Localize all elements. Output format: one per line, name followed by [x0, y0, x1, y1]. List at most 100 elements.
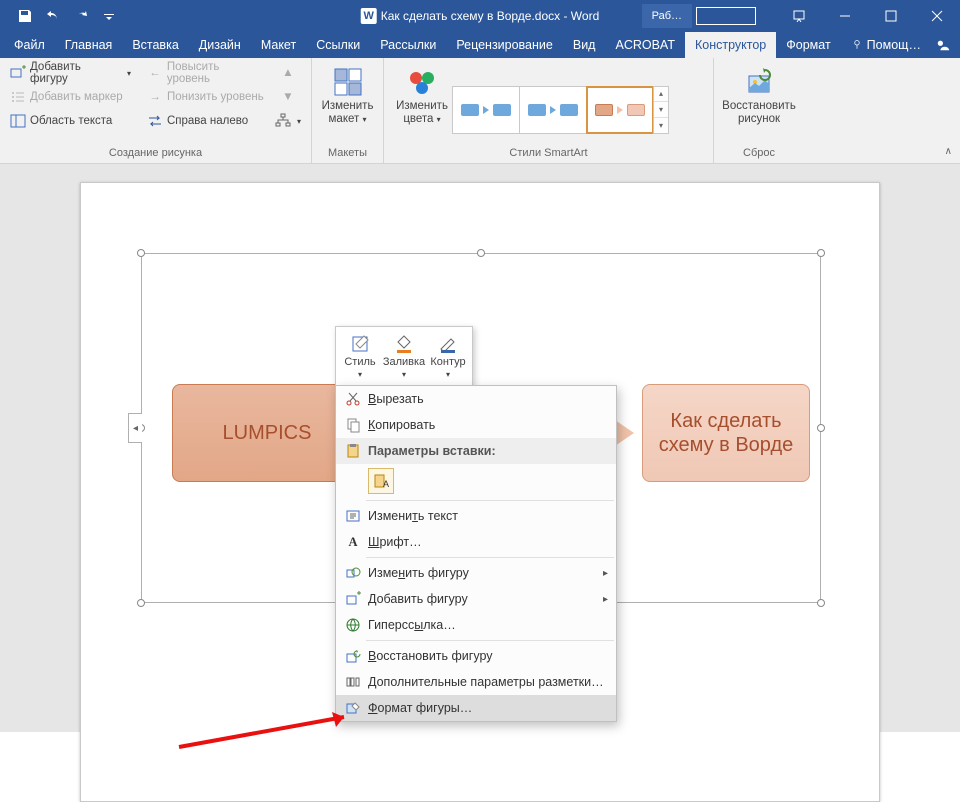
ctx-font[interactable]: A Шрифт…: [336, 529, 616, 555]
shape3-line1: Как сделать: [670, 410, 781, 432]
tab-mailings[interactable]: Рассылки: [370, 32, 446, 58]
collapse-ribbon-button[interactable]: ∧: [945, 146, 952, 157]
group-label-layouts: Макеты: [320, 147, 375, 161]
gallery-scroll[interactable]: ▴▾▾: [653, 86, 669, 134]
smartart-shape-1[interactable]: LUMPICS: [172, 384, 362, 482]
paste-option-keep-text[interactable]: A: [368, 468, 394, 494]
resize-handle[interactable]: [817, 424, 825, 432]
layout-options-icon: [342, 674, 364, 690]
group-label-create: Создание рисунка: [8, 147, 303, 161]
resize-handle[interactable]: [817, 599, 825, 607]
qat-customize-button[interactable]: [96, 3, 122, 29]
title-bar: W Как сделать схему в Bорде.docx - Word …: [0, 0, 960, 32]
share-button[interactable]: [936, 32, 960, 58]
tab-smartart-design[interactable]: Конструктор: [685, 32, 776, 58]
window-title: Как сделать схему в Bорде.docx - Word: [381, 9, 600, 23]
ctx-cut-rest: ырезать: [376, 392, 423, 406]
tab-layout[interactable]: Макет: [251, 32, 306, 58]
ctx-more-layout[interactable]: Дополнительные параметры разметки…: [336, 669, 616, 695]
tab-insert[interactable]: Вставка: [122, 32, 188, 58]
add-shape-icon: [10, 65, 26, 81]
style-thumb-1[interactable]: [452, 86, 520, 134]
mini-toolbar: Стиль▾ Заливка▾ Контур▾: [335, 326, 473, 386]
ctx-cut[interactable]: Вырезать: [336, 386, 616, 412]
ribbon-tabs: Файл Главная Вставка Дизайн Макет Ссылки…: [0, 32, 960, 58]
ctx-edit-text[interactable]: Изменить текст: [336, 503, 616, 529]
ctx-paste-options: A: [336, 464, 616, 498]
promote-button: ←Повысить уровень: [145, 62, 267, 84]
smartart-shape-3[interactable]: Как сделатьсхему в Ворде: [642, 384, 810, 482]
style-thumb-2[interactable]: [519, 86, 587, 134]
mini-outline-button[interactable]: Контур▾: [426, 331, 470, 381]
undo-button[interactable]: [40, 3, 66, 29]
text-pane-toggle[interactable]: ◂: [128, 413, 142, 443]
ctx-hyperlink[interactable]: Гиперссылка…: [336, 612, 616, 638]
change-layout-button[interactable]: Изменитьмакет ▾: [320, 62, 375, 147]
fill-icon: [394, 334, 414, 354]
loading-tab[interactable]: Раб…: [642, 4, 692, 28]
account-placeholder[interactable]: [696, 7, 756, 25]
redo-button[interactable]: [68, 3, 94, 29]
paste-icon: [342, 443, 364, 459]
ctx-format-shape[interactable]: Формат фигуры…: [336, 695, 616, 721]
reset-shape-icon: [342, 648, 364, 664]
ctx-reset-shape[interactable]: Восстановить фигуру: [336, 643, 616, 669]
tab-references[interactable]: Ссылки: [306, 32, 370, 58]
text-pane-button[interactable]: Область текста: [8, 110, 133, 132]
org-icon: [275, 113, 291, 129]
shape3-line2: схему в Ворде: [659, 434, 794, 456]
style-thumb-3-selected[interactable]: [586, 86, 654, 134]
rtl-icon: [147, 113, 163, 129]
group-label-reset: Сброс: [722, 147, 796, 161]
ctx-copy[interactable]: Копировать: [336, 412, 616, 438]
tab-file[interactable]: Файл: [4, 32, 55, 58]
minimize-button[interactable]: [822, 0, 868, 32]
rtl-button[interactable]: Справа налево: [145, 110, 267, 132]
tab-acrobat[interactable]: ACROBAT: [605, 32, 685, 58]
save-button[interactable]: [12, 3, 38, 29]
maximize-button[interactable]: [868, 0, 914, 32]
style-icon: [350, 334, 370, 354]
change-shape-icon: [342, 565, 364, 581]
resize-handle[interactable]: [817, 249, 825, 257]
ribbon-options-button[interactable]: [776, 0, 822, 32]
mini-style-button[interactable]: Стиль▾: [338, 331, 382, 381]
svg-text:A: A: [383, 479, 389, 489]
tab-view[interactable]: Вид: [563, 32, 606, 58]
resize-handle[interactable]: [137, 249, 145, 257]
annotation-arrow: [174, 707, 374, 762]
tab-design[interactable]: Дизайн: [189, 32, 251, 58]
font-icon: A: [342, 535, 364, 550]
resize-handle[interactable]: [137, 599, 145, 607]
change-colors-button[interactable]: Изменитьцвета ▾: [392, 62, 452, 147]
hyperlink-icon: [342, 617, 364, 633]
add-bullet-button: Добавить маркер: [8, 86, 133, 108]
close-button[interactable]: [914, 0, 960, 32]
move-down-button: ▼: [278, 86, 298, 108]
ctx-change-shape[interactable]: Изменить фигуру▸: [336, 560, 616, 586]
word-logo-icon: W: [361, 8, 377, 24]
copy-icon: [342, 417, 364, 433]
tab-review[interactable]: Рецензирование: [446, 32, 563, 58]
add-shape-icon: [342, 591, 364, 607]
tab-format[interactable]: Формат: [776, 32, 840, 58]
smartart-styles-gallery[interactable]: ▴▾▾: [452, 62, 669, 147]
ctx-paste-header: Параметры вставки:: [336, 438, 616, 464]
document-area: ◂ LUMPICS Как сделатьсхему в Ворде Стиль…: [0, 164, 960, 732]
page[interactable]: ◂ LUMPICS Как сделатьсхему в Ворде Стиль…: [80, 182, 880, 802]
layout-icon: [332, 66, 364, 98]
reset-icon: [743, 66, 775, 98]
outline-icon: [438, 334, 458, 354]
add-bullet-icon: [10, 89, 26, 105]
colors-icon: [406, 66, 438, 98]
edit-text-icon: [342, 508, 364, 524]
resize-handle[interactable]: [477, 249, 485, 257]
mini-fill-button[interactable]: Заливка▾: [382, 331, 426, 381]
add-shape-button[interactable]: Добавить фигуру▾: [8, 62, 133, 84]
tab-home[interactable]: Главная: [55, 32, 123, 58]
ctx-add-shape[interactable]: Добавить фигуру▸: [336, 586, 616, 612]
reset-graphic-button[interactable]: Восстановитьрисунок: [722, 62, 796, 147]
tell-me[interactable]: Помощ…: [841, 32, 931, 58]
group-label-styles: Стили SmartArt: [392, 147, 705, 161]
org-layout-button[interactable]: ▾: [273, 110, 303, 132]
